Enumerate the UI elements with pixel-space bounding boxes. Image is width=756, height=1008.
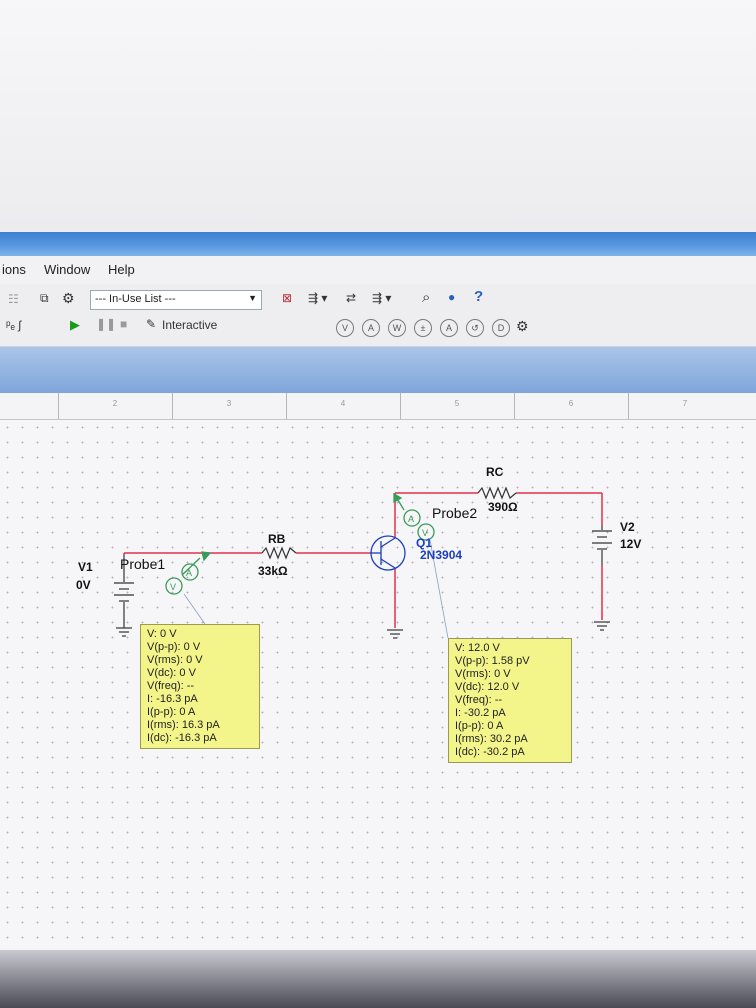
probe2-readout-line: I(rms): 30.2 pA (455, 733, 528, 745)
probe1-readout-line: I(p-p): 0 A (147, 706, 196, 718)
rc-value-label: 390Ω (488, 500, 518, 514)
probe2-readout-line: I: -30.2 pA (455, 707, 506, 719)
probe2-readout-line: V: 12.0 V (455, 642, 500, 654)
probe1-readout-line: I: -16.3 pA (147, 693, 198, 705)
v2-value-label: 12V (620, 537, 642, 551)
probe2-readout-line: I(dc): -30.2 pA (455, 746, 525, 758)
probe1-current-glyph: A (186, 568, 192, 578)
probe2-readout: V: 12.0 V V(p-p): 1.58 pV V(rms): 0 V V(… (448, 638, 572, 763)
probe1-readout-line: V: 0 V (147, 628, 177, 640)
base-wire (123, 552, 370, 555)
v2-name-label: V2 (620, 520, 635, 534)
probe1-readout-line: V(dc): 0 V (147, 667, 196, 679)
probe2-label: Probe2 (432, 505, 478, 521)
probe2-readout-line: V(rms): 0 V (455, 668, 511, 680)
q1-part-label: 2N3904 (420, 548, 463, 562)
probe2-readout-line: V(p-p): 1.58 pV (455, 655, 530, 667)
rb-resistor-symbol (261, 546, 297, 560)
probe1-readout-line: I(rms): 16.3 pA (147, 719, 220, 731)
probe2-readout-line: V(dc): 12.0 V (455, 681, 520, 693)
probe1-readout-line: I(dc): -16.3 pA (147, 732, 217, 744)
probe2-readout-line: V(freq): -- (455, 694, 503, 706)
probe1-leader (183, 593, 206, 625)
v1-value-label: 0V (76, 578, 91, 592)
probe2-current-glyph: A (408, 514, 414, 524)
v1-name-label: V1 (78, 560, 93, 574)
probe2-readout-line: I(p-p): 0 A (455, 720, 504, 732)
emitter-ground-symbol (387, 629, 403, 639)
probe1-voltage-glyph: V (170, 582, 176, 592)
probe1-readout: V: 0 V V(p-p): 0 V V(rms): 0 V V(dc): 0 … (140, 624, 260, 749)
rb-value-label: 33kΩ (258, 564, 288, 578)
rc-name-label: RC (486, 465, 504, 479)
probe1-label: Probe1 (120, 556, 166, 572)
rc-resistor-symbol (477, 486, 517, 500)
probe1-readout-line: V(rms): 0 V (147, 654, 203, 666)
probe1-readout-line: V(p-p): 0 V (147, 641, 201, 653)
monitor-bezel (0, 950, 756, 1008)
q1-transistor-symbol (370, 535, 406, 571)
rb-name-label: RB (268, 532, 286, 546)
probe1-readout-line: V(freq): -- (147, 680, 195, 692)
schematic-wiring: A V A V (114, 486, 612, 639)
